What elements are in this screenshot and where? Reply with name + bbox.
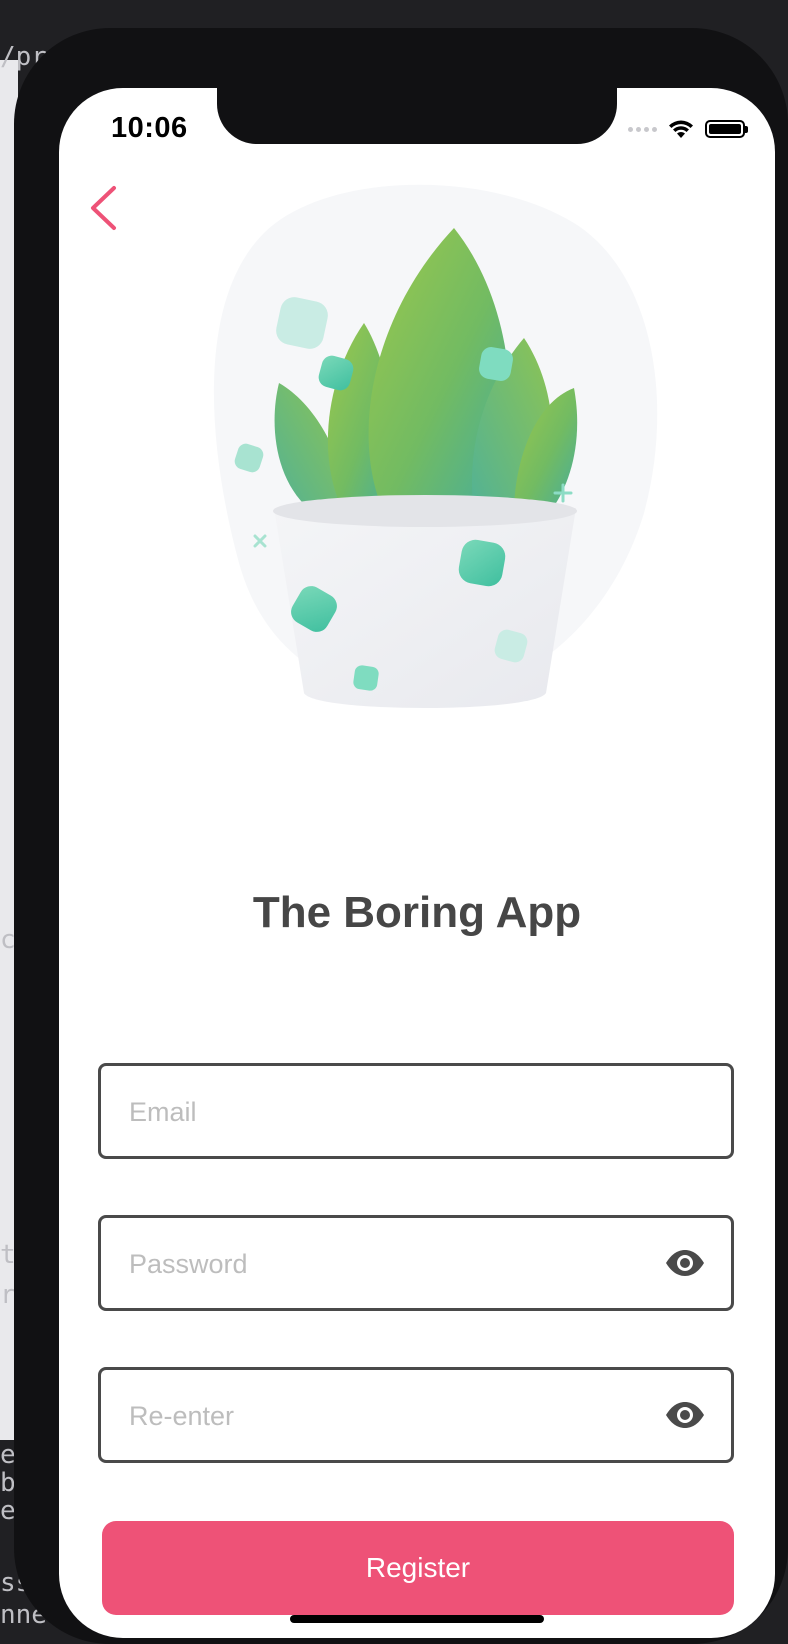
email-input[interactable] (127, 1066, 651, 1158)
home-indicator (290, 1615, 544, 1623)
wifi-icon (669, 120, 693, 138)
battery-icon (705, 120, 748, 138)
password-input[interactable] (127, 1218, 651, 1310)
app-title: The Boring App (252, 888, 582, 937)
password-field[interactable] (98, 1215, 734, 1311)
phone-screen: 10:06 The Boring App Email Register (59, 88, 775, 1638)
device-notch (217, 88, 617, 144)
toggle-reenter-visibility-button[interactable] (663, 1397, 707, 1433)
cellular-signal-icon (628, 126, 657, 132)
status-icons (628, 116, 748, 142)
eye-icon (666, 1250, 704, 1276)
eye-icon (666, 1402, 704, 1428)
phone-frame: 10:06 The Boring App Email Register (14, 28, 788, 1644)
toggle-password-visibility-button[interactable] (663, 1245, 707, 1281)
email-field[interactable] (98, 1063, 734, 1159)
reenter-password-input[interactable] (127, 1370, 651, 1462)
register-button[interactable]: Register (102, 1521, 734, 1615)
status-time: 10:06 (111, 112, 188, 144)
reenter-password-field[interactable] (98, 1367, 734, 1463)
back-button[interactable] (81, 180, 125, 236)
potted-plant-illustration (213, 184, 658, 708)
chevron-left-icon (91, 186, 116, 230)
